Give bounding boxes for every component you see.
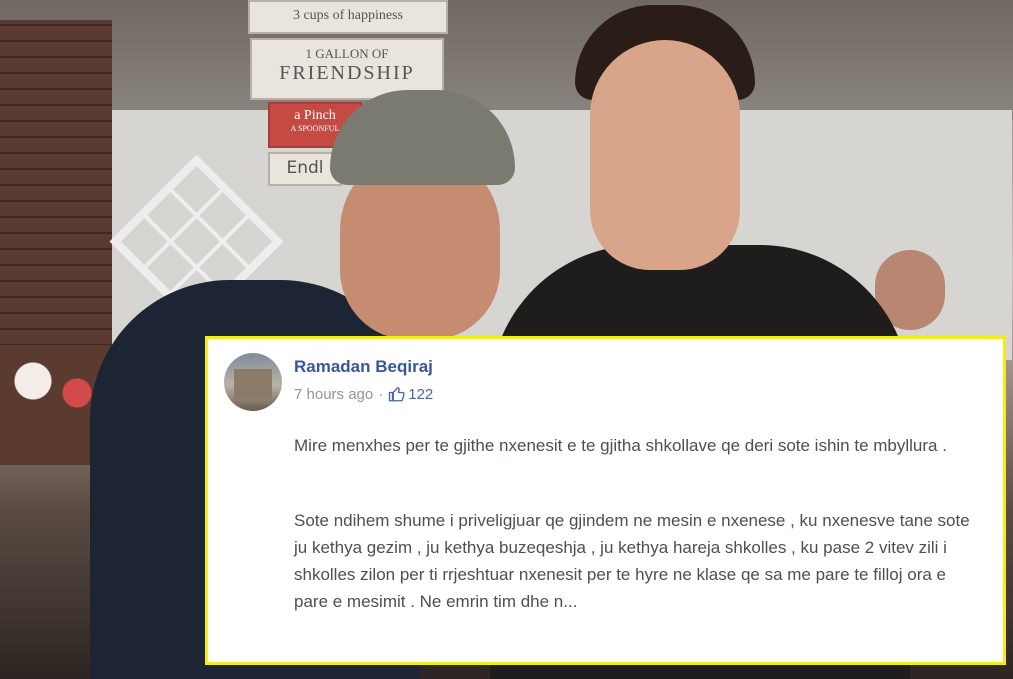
ceiling: [0, 0, 1013, 120]
sign-happiness-text: 3 cups of happiness: [292, 8, 404, 23]
sign-happiness: 3 cups of happiness: [248, 0, 448, 34]
avatar[interactable]: [224, 353, 282, 411]
facebook-post-card: Ramadan Beqiraj 7 hours ago · 122 Mire m…: [205, 336, 1006, 665]
man-right-face: [590, 40, 740, 270]
avatar-image: [234, 369, 272, 399]
meta-separator: ·: [378, 385, 384, 403]
like-count[interactable]: 122: [408, 386, 433, 403]
sign-gallon-text: 1 GALLON OF: [305, 46, 389, 61]
post-meta: 7 hours ago · 122: [294, 385, 433, 403]
sign-endless-text: Endl: [286, 158, 324, 178]
post-paragraph-1: Mire menxhes per te gjithe nxenesit e te…: [294, 436, 947, 455]
sign-friendship-text: FRIENDSHIP: [279, 62, 415, 84]
post-time[interactable]: 7 hours ago: [294, 386, 373, 403]
post-paragraph-2: Sote ndihem shume i priveligjuar qe gjin…: [294, 511, 970, 611]
thumbs-up-icon[interactable]: [388, 385, 406, 403]
author-name[interactable]: Ramadan Beqiraj: [294, 357, 433, 377]
brick-wall: [0, 20, 112, 360]
